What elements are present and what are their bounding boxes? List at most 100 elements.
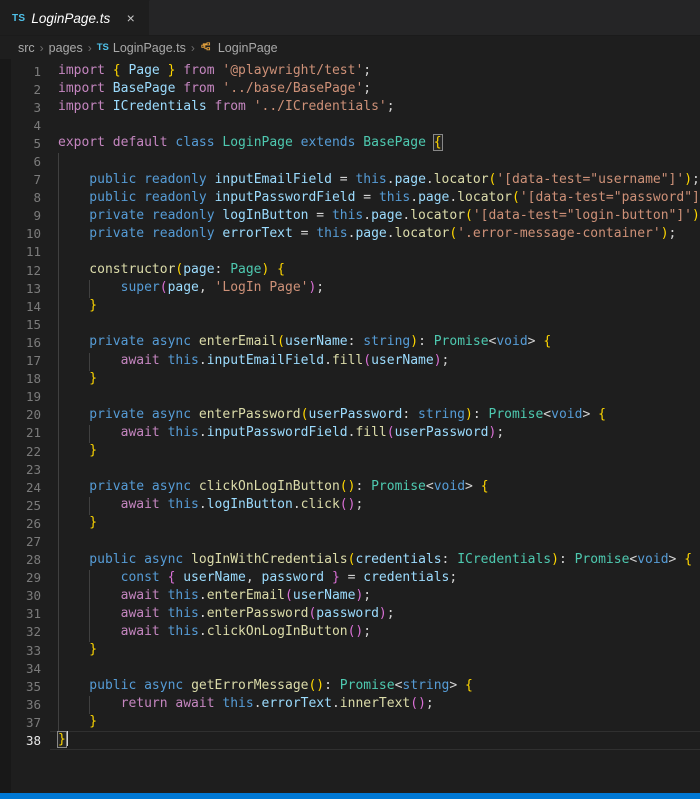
code-line-content: private async enterEmail(userName: strin… xyxy=(50,333,700,353)
breadcrumb-item-pages[interactable]: pages xyxy=(49,41,83,55)
line-number: 28 xyxy=(25,552,41,568)
chevron-right-icon: › xyxy=(190,40,195,55)
line-number: 24 xyxy=(25,479,41,495)
chevron-right-icon: › xyxy=(39,40,44,55)
indent-guide xyxy=(58,153,59,172)
code-text: private async enterEmail(userName: strin… xyxy=(58,334,552,350)
line-number: 2 xyxy=(33,81,41,97)
code-text: await this.inputEmailField.fill(userName… xyxy=(58,352,450,368)
code-line[interactable]: 21 await this.inputPasswordField.fill(us… xyxy=(0,424,700,443)
code-line[interactable]: 22 } xyxy=(0,442,700,462)
line-number: 19 xyxy=(25,389,41,405)
code-text: private readonly logInButton = this.page… xyxy=(58,207,700,223)
line-number: 26 xyxy=(25,515,41,531)
code-line[interactable]: 30 await this.enterEmail(userName); xyxy=(0,587,700,606)
code-line[interactable]: 28 public async logInWithCredentials(cre… xyxy=(0,551,700,570)
code-text: await this.clickOnLogInButton(); xyxy=(58,623,372,639)
code-line[interactable]: 37 } xyxy=(0,713,700,733)
code-line[interactable]: 17 await this.inputEmailField.fill(userN… xyxy=(0,352,700,371)
code-line-content: await this.logInButton.click(); xyxy=(50,496,700,516)
code-line-content xyxy=(50,460,700,480)
code-line[interactable]: 14 } xyxy=(0,297,700,317)
code-line-content xyxy=(50,243,700,263)
code-line[interactable]: 16 private async enterEmail(userName: st… xyxy=(0,333,700,353)
line-number: 14 xyxy=(25,298,41,314)
code-line-content: await this.inputEmailField.fill(userName… xyxy=(50,352,700,371)
code-text: public async getErrorMessage(): Promise<… xyxy=(58,678,473,694)
breadcrumb-item-src[interactable]: src xyxy=(18,41,35,55)
code-text: const { userName, password } = credentia… xyxy=(58,569,458,585)
code-line[interactable]: 35 public async getErrorMessage(): Promi… xyxy=(0,677,700,697)
code-line-content: } xyxy=(50,442,700,462)
code-line[interactable]: 6 xyxy=(0,152,700,172)
code-line[interactable]: 9 private readonly logInButton = this.pa… xyxy=(0,207,700,226)
code-text: } xyxy=(58,298,98,314)
line-number: 17 xyxy=(25,353,41,369)
code-line[interactable]: 4 xyxy=(0,116,700,134)
code-text: } xyxy=(58,515,98,531)
code-line[interactable]: 27 xyxy=(0,532,700,552)
code-line[interactable]: 5 export default class LoginPage extends … xyxy=(0,134,700,152)
code-line[interactable]: 25 await this.logInButton.click(); xyxy=(0,496,700,516)
code-line[interactable]: 18 } xyxy=(0,370,700,389)
code-line[interactable]: 11 xyxy=(0,243,700,263)
code-line[interactable]: 36 return await this.errorText.innerText… xyxy=(0,695,700,715)
code-text: private async clickOnLogInButton(): Prom… xyxy=(58,479,489,495)
code-line-content xyxy=(50,532,700,552)
code-line[interactable]: 26 } xyxy=(0,514,700,534)
code-line-content xyxy=(50,152,700,172)
breadcrumb-label: LoginPage.ts xyxy=(112,40,186,55)
code-line[interactable]: 19 xyxy=(0,388,700,407)
code-line[interactable]: 31 await this.enterPassword(password); xyxy=(0,605,700,624)
code-line[interactable]: 34 xyxy=(0,659,700,679)
code-line-content: } xyxy=(50,297,700,317)
code-line[interactable]: 7 public readonly inputEmailField = this… xyxy=(0,171,700,190)
code-text: } xyxy=(57,731,68,749)
code-line-content: export default class LoginPage extends B… xyxy=(50,134,700,152)
code-line[interactable]: 1 import { Page } from '@playwright/test'… xyxy=(0,62,700,80)
code-line[interactable]: 13 super(page, 'LogIn Page'); xyxy=(0,279,700,299)
code-line[interactable]: 33 } xyxy=(0,641,700,661)
editor-tab-loginpage-ts[interactable]: TS LoginPage.ts × xyxy=(0,0,151,35)
code-line[interactable]: 2 import BasePage from '../base/BasePage'… xyxy=(0,80,700,98)
indent-guide xyxy=(58,533,59,552)
code-line[interactable]: 20 private async enterPassword(userPassw… xyxy=(0,406,700,425)
code-line-content xyxy=(50,315,700,335)
code-line[interactable]: 32 await this.clickOnLogInButton(); xyxy=(0,623,700,642)
code-lines-container[interactable]: 1 import { Page } from '@playwright/test'… xyxy=(0,62,700,793)
code-line[interactable]: 29 const { userName, password } = creden… xyxy=(0,569,700,588)
code-line[interactable]: 10 private readonly errorText = this.pag… xyxy=(0,225,700,244)
code-line[interactable]: 24 private async clickOnLogInButton(): P… xyxy=(0,478,700,498)
code-text: return await this.errorText.innerText(); xyxy=(58,696,434,712)
line-number: 33 xyxy=(25,642,41,658)
code-line-content: private async clickOnLogInButton(): Prom… xyxy=(50,478,700,498)
breadcrumb-item-loginpage-ts[interactable]: TS LoginPage.ts xyxy=(97,41,186,55)
close-icon[interactable]: × xyxy=(122,10,139,27)
code-line[interactable]: 23 xyxy=(0,460,700,480)
code-editor[interactable]: 1 import { Page } from '@playwright/test'… xyxy=(0,59,700,793)
line-number: 3 xyxy=(33,99,41,115)
indent-guide xyxy=(58,461,59,480)
line-number: 29 xyxy=(25,570,41,586)
code-line[interactable]: 8 public readonly inputPasswordField = t… xyxy=(0,189,700,208)
code-line-content: public async getErrorMessage(): Promise<… xyxy=(50,677,700,697)
vscode-window: TS LoginPage.ts × src › pages › TS Login… xyxy=(0,0,700,799)
code-text: import { Page } from '@playwright/test'; xyxy=(58,63,372,78)
code-text: } xyxy=(58,642,98,657)
code-line[interactable]: 3 import ICredentials from '../ICredentia… xyxy=(0,98,700,116)
code-line-content: import ICredentials from '../ICredential… xyxy=(50,98,700,116)
code-line-content: const { userName, password } = credentia… xyxy=(50,569,700,588)
code-line[interactable]: 12 constructor(page: Page) { xyxy=(0,261,700,281)
code-line-content: } xyxy=(50,641,700,661)
code-line[interactable]: 38} xyxy=(0,731,700,750)
breadcrumb-label: pages xyxy=(48,40,83,55)
code-line-content xyxy=(50,659,700,679)
line-number: 31 xyxy=(25,606,41,622)
code-line-content: public readonly inputEmailField = this.p… xyxy=(50,171,700,190)
class-symbol-icon xyxy=(200,41,213,54)
breadcrumb-item-loginpage-class[interactable]: LoginPage xyxy=(200,41,278,55)
code-line[interactable]: 15 xyxy=(0,315,700,335)
line-number: 16 xyxy=(25,334,41,350)
code-line-content xyxy=(50,388,700,407)
line-number: 21 xyxy=(25,425,41,441)
